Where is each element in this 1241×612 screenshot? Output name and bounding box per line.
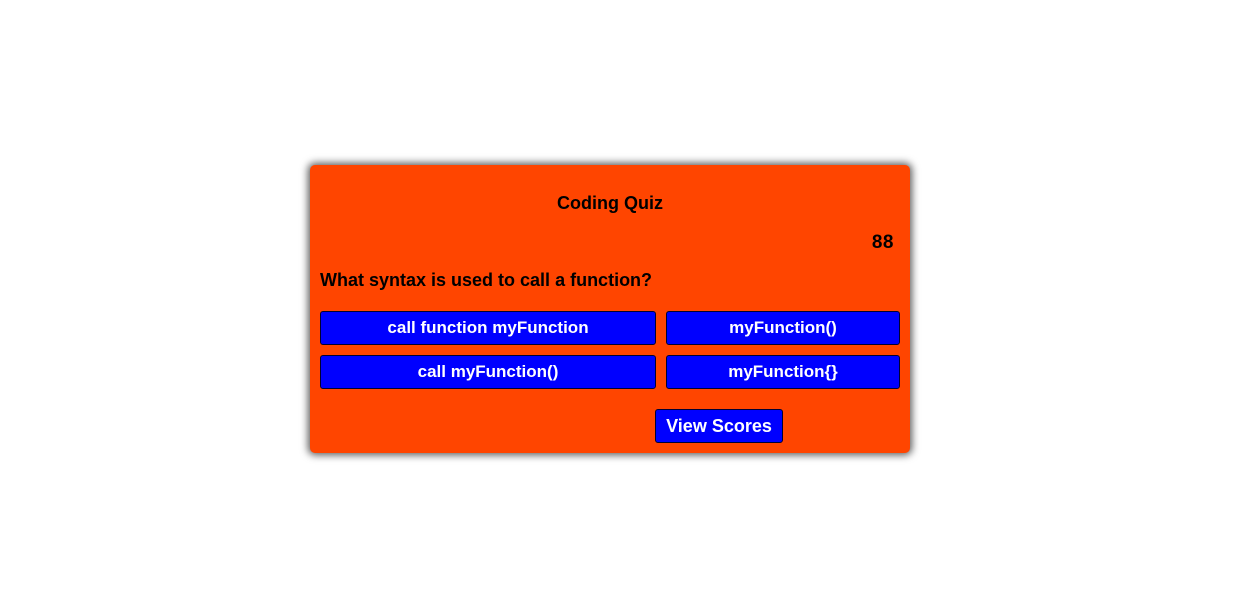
answer-button-4[interactable]: myFunction{} [666, 355, 900, 389]
answer-button-1[interactable]: call function myFunction [320, 311, 656, 345]
timer-countdown: 88 [871, 232, 894, 253]
quiz-title: Coding Quiz [557, 193, 663, 213]
answer-button-2[interactable]: myFunction() [666, 311, 900, 345]
quiz-card: Coding Quiz 88 What syntax is used to ca… [310, 165, 910, 453]
view-scores-button[interactable]: View Scores [655, 409, 783, 443]
question-text: What syntax is used to call a function? [320, 270, 653, 290]
answer-button-3[interactable]: call myFunction() [320, 355, 656, 389]
